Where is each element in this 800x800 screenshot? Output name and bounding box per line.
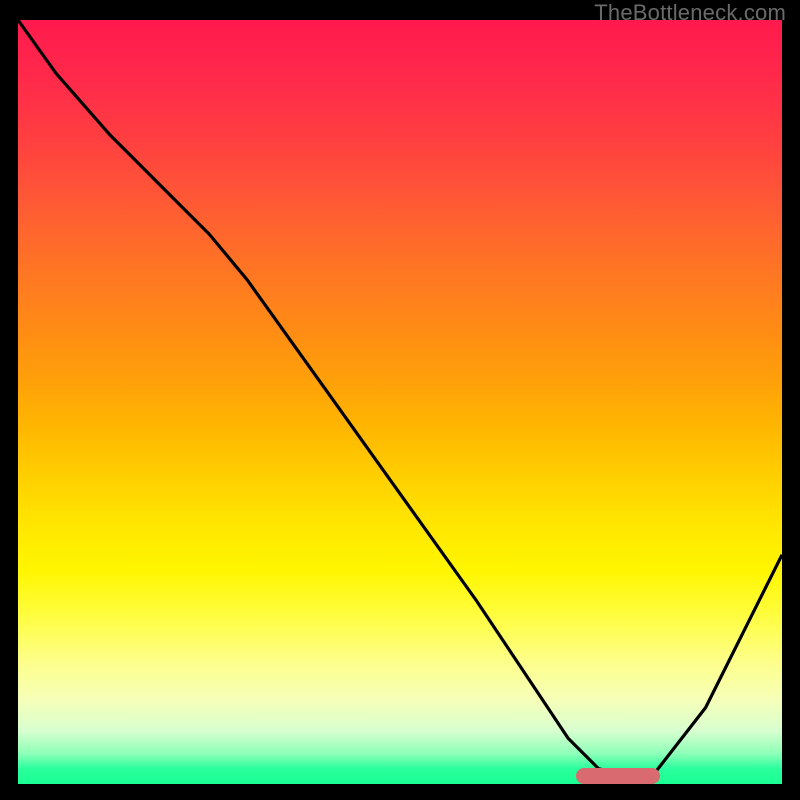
bottleneck-curve [18, 20, 782, 776]
chart-container: TheBottleneck.com [0, 0, 800, 800]
watermark-text: TheBottleneck.com [594, 0, 786, 26]
curve-layer [18, 20, 782, 784]
optimal-marker [576, 768, 660, 784]
plot-area [18, 20, 782, 784]
